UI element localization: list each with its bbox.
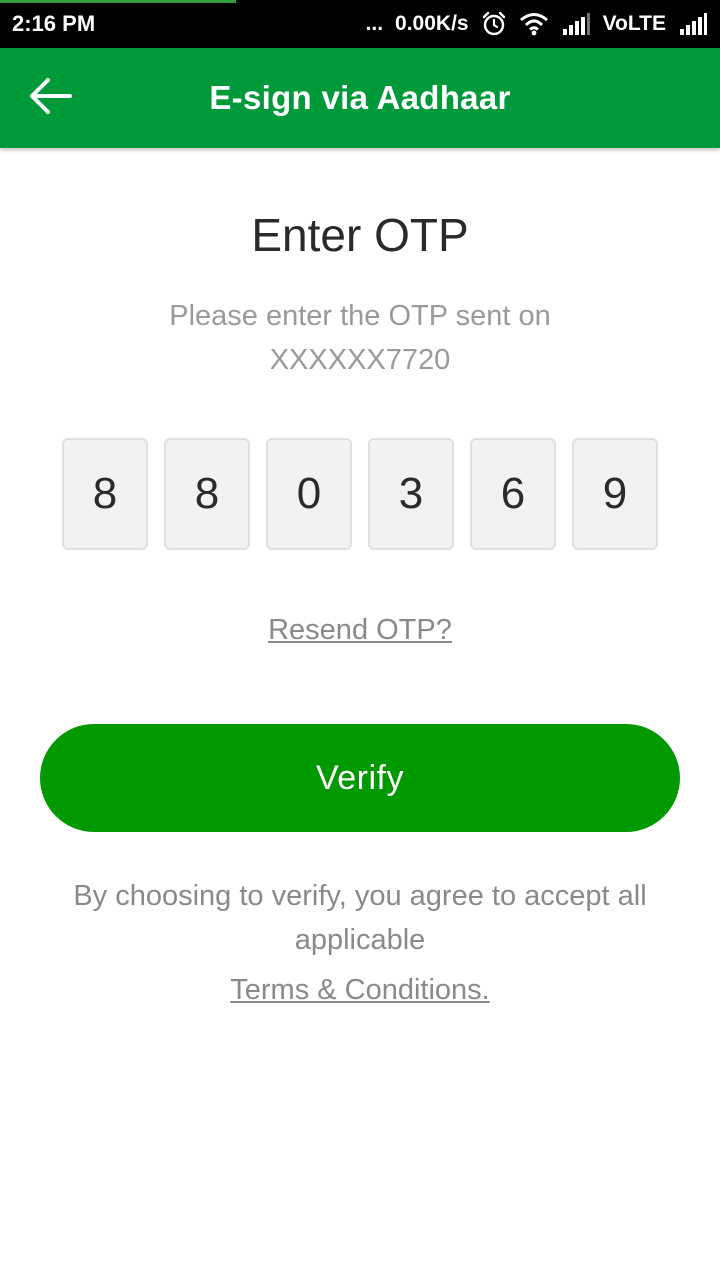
otp-input-group: 8 8 0 3 6 9 [62, 438, 658, 550]
otp-digit-input[interactable]: 8 [164, 438, 250, 550]
status-dots: ... [365, 12, 384, 35]
otp-digit-input[interactable]: 3 [368, 438, 454, 550]
otp-digit-input[interactable]: 8 [62, 438, 148, 550]
page-load-progress [0, 0, 236, 3]
terms-container: Terms & Conditions. [0, 974, 720, 1007]
arrow-left-icon [28, 77, 72, 119]
otp-digit-input[interactable]: 0 [266, 438, 352, 550]
masked-phone-number: XXXXXX7720 [269, 344, 451, 376]
app-bar: E-sign via Aadhaar [0, 48, 720, 148]
status-bar: 2:16 PM ... 0.00K/s VoLTE [0, 0, 720, 48]
status-icons: ... 0.00K/s VoLTE [366, 11, 708, 37]
volte-label: VoLTE [602, 12, 666, 35]
page-title: E-sign via Aadhaar [209, 79, 511, 116]
wifi-icon [519, 12, 549, 36]
signal-icon [561, 13, 591, 35]
alarm-icon [481, 11, 507, 37]
signal-icon [678, 13, 708, 35]
terms-disclaimer: By choosing to verify, you agree to acce… [30, 874, 690, 962]
status-time: 2:16 PM [12, 11, 96, 36]
otp-instructions: Please enter the OTP sent on XXXXXX7720 [120, 294, 600, 382]
terms-conditions-link[interactable]: Terms & Conditions. [230, 974, 490, 1006]
resend-container: Resend OTP? [0, 614, 720, 647]
resend-otp-link[interactable]: Resend OTP? [268, 614, 452, 646]
otp-instructions-line1: Please enter the OTP sent on [169, 300, 551, 332]
disclaimer-line1: By choosing to verify, you agree to acce… [73, 880, 647, 912]
otp-digit-input[interactable]: 6 [470, 438, 556, 550]
back-button[interactable] [22, 73, 78, 123]
disclaimer-line2: applicable [294, 924, 426, 956]
otp-digit-input[interactable]: 9 [572, 438, 658, 550]
otp-heading: Enter OTP [251, 209, 469, 261]
verify-button[interactable]: Verify [40, 724, 680, 832]
network-speed: 0.00K/s [395, 12, 469, 35]
